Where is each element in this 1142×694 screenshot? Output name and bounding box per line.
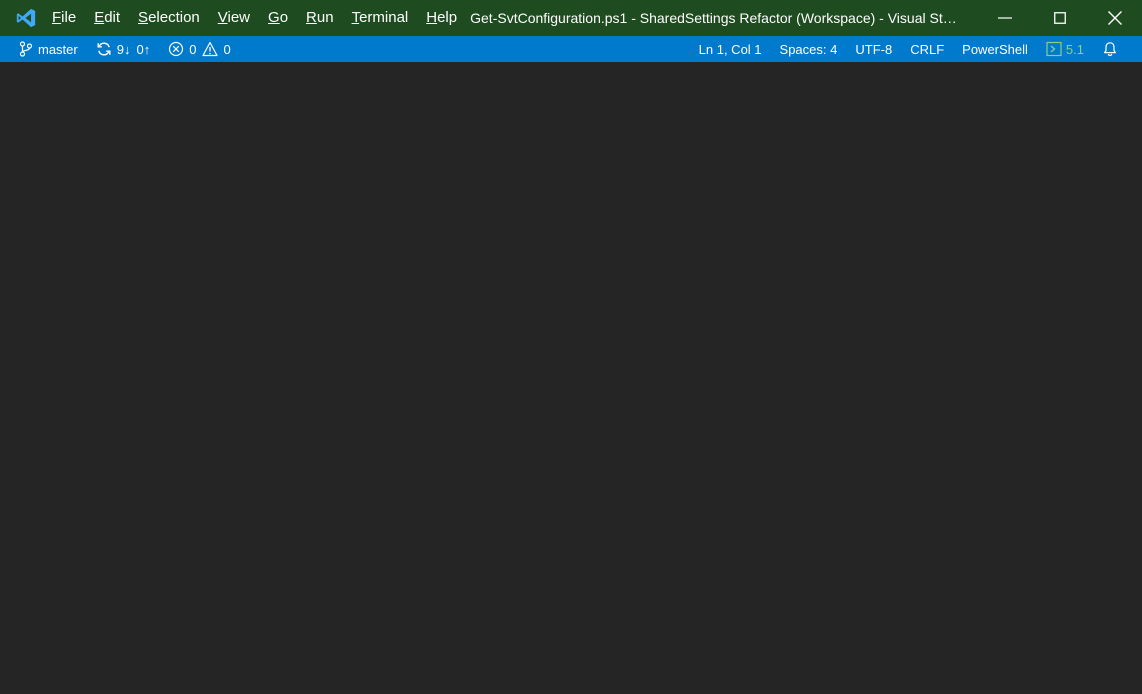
minimize-icon: [997, 17, 1012, 19]
language-mode-item[interactable]: PowerShell: [953, 36, 1037, 62]
close-icon: [1107, 11, 1122, 25]
editor-area[interactable]: [0, 62, 1142, 694]
indentation-item[interactable]: Spaces: 4: [771, 36, 847, 62]
menu-edit[interactable]: Edit: [85, 0, 129, 36]
maximize-button[interactable]: [1032, 0, 1087, 36]
line-ending-item[interactable]: CRLF: [901, 36, 953, 62]
error-icon: [169, 41, 184, 57]
status-bar-left: master 9↓ 0↑ 0 0: [0, 36, 240, 62]
terminal-prompt-icon: [1046, 41, 1062, 57]
menu-view-label: iew: [227, 9, 251, 26]
warning-icon: [202, 41, 219, 57]
vscode-window: File Edit Selection View Go Run Terminal…: [0, 0, 1142, 694]
menu-go-mnemonic: G: [268, 9, 280, 26]
title-bar: File Edit Selection View Go Run Terminal…: [0, 0, 1142, 36]
sync-incoming: 9↓: [116, 41, 131, 57]
window-controls: [977, 0, 1142, 36]
close-button[interactable]: [1087, 0, 1142, 36]
status-bar-right: Ln 1, Col 1 Spaces: 4 UTF-8 CRLF PowerSh…: [690, 36, 1142, 62]
encoding-item[interactable]: UTF-8: [846, 36, 901, 62]
menu-bar: File Edit Selection View Go Run Terminal…: [52, 0, 466, 36]
git-branch-label: master: [38, 41, 78, 57]
error-count: 0: [189, 41, 197, 57]
menu-view-mnemonic: V: [217, 9, 228, 26]
menu-file-mnemonic: F: [52, 9, 62, 26]
bell-icon: [1104, 42, 1116, 57]
menu-edit-label: dit: [104, 9, 121, 26]
sync-outgoing: 0↑: [136, 41, 151, 57]
menu-terminal[interactable]: Terminal: [343, 0, 418, 36]
vscode-logo-icon[interactable]: [0, 0, 52, 36]
menu-terminal-mnemonic: T: [351, 9, 360, 26]
notifications-item[interactable]: [1093, 36, 1132, 62]
menu-file[interactable]: File: [52, 0, 85, 36]
maximize-icon: [1053, 12, 1066, 24]
status-bar: master 9↓ 0↑ 0 0 Ln 1, Col 1 Spaces: 4 U…: [0, 36, 1142, 62]
menu-selection-label: election: [148, 9, 200, 26]
minimize-button[interactable]: [977, 0, 1032, 36]
menu-selection[interactable]: Selection: [129, 0, 209, 36]
git-sync-item[interactable]: 9↓ 0↑: [87, 36, 159, 62]
menu-run-mnemonic: R: [306, 9, 317, 26]
window-title: Get-SvtConfiguration.ps1 - SharedSetting…: [470, 10, 965, 26]
git-branch-item[interactable]: master: [10, 36, 87, 62]
menu-help-label: elp: [437, 9, 458, 26]
menu-terminal-label: erminal: [359, 9, 409, 26]
menu-go[interactable]: Go: [259, 0, 297, 36]
menu-help[interactable]: Help: [417, 0, 466, 36]
cursor-position-item[interactable]: Ln 1, Col 1: [690, 36, 771, 62]
menu-file-label: ile: [61, 9, 77, 26]
powershell-session-item[interactable]: 5.1: [1037, 36, 1093, 62]
git-branch-icon: [19, 41, 33, 57]
menu-selection-mnemonic: S: [138, 9, 149, 26]
sync-icon: [97, 42, 111, 56]
menu-help-mnemonic: H: [426, 9, 438, 26]
menu-run[interactable]: Run: [297, 0, 343, 36]
powershell-version: 5.1: [1065, 41, 1084, 57]
menu-view[interactable]: View: [209, 0, 259, 36]
menu-edit-mnemonic: E: [94, 9, 105, 26]
warning-count: 0: [223, 41, 231, 57]
menu-go-label: o: [279, 9, 289, 26]
problems-item[interactable]: 0 0: [159, 36, 239, 62]
menu-run-label: un: [316, 9, 334, 26]
